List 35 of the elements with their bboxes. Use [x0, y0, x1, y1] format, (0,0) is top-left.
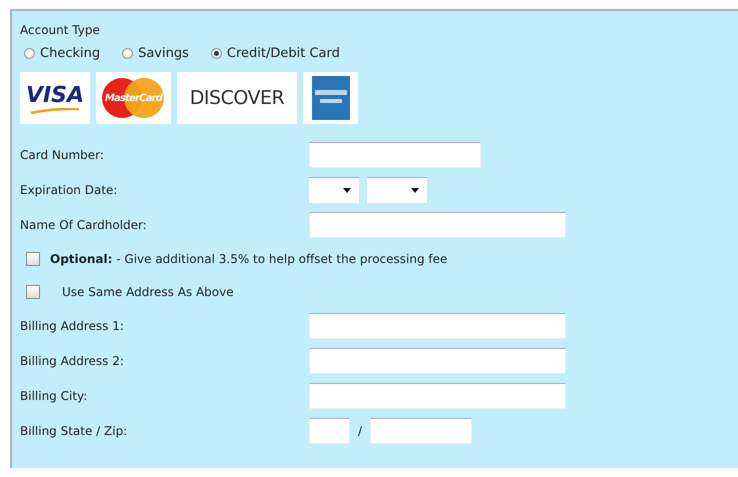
radio-button[interactable]	[122, 48, 134, 59]
text-field[interactable]	[309, 212, 566, 238]
radio-option[interactable]: Savings	[122, 46, 189, 61]
section-title: Account Type	[20, 23, 101, 37]
checkbox-label: Use Same Address As Above	[62, 284, 234, 298]
radio-option[interactable]: Checking	[24, 46, 100, 61]
card-icon	[312, 76, 350, 120]
zip-field[interactable]	[370, 418, 472, 444]
radio-button[interactable]	[210, 48, 222, 59]
swoosh-icon	[29, 108, 81, 114]
text-field[interactable]	[309, 382, 566, 408]
field-label: Card Number:	[20, 148, 105, 162]
checkbox[interactable]	[26, 252, 40, 266]
radio-button[interactable]	[24, 48, 35, 59]
field-label: Name Of Cardholder:	[20, 218, 148, 232]
field-label: Billing State / Zip:	[20, 424, 128, 438]
state-field[interactable]	[309, 418, 350, 444]
text-field[interactable]	[309, 312, 566, 338]
field-label: Expiration Date:	[20, 182, 118, 196]
text-field[interactable]	[309, 348, 566, 374]
checkbox[interactable]	[26, 284, 40, 298]
discover-logo: DISCOVER	[177, 72, 297, 124]
month-select[interactable]	[309, 176, 359, 202]
text-field[interactable]	[309, 142, 481, 168]
year-select[interactable]	[367, 176, 427, 202]
radio-option[interactable]: Credit/Debit Card	[210, 46, 340, 61]
visa-logo: VISA	[20, 72, 90, 124]
caret-icon	[411, 188, 419, 192]
separator-text: /	[358, 424, 362, 438]
mastercard-logo: MasterCard	[96, 72, 171, 124]
checkbox-label: Optional: - Give additional 3.5% to help offset the processing fee	[50, 252, 448, 266]
field-label: Billing Address 2:	[20, 354, 125, 368]
field-label: Billing City:	[20, 388, 88, 402]
field-label: Billing Address 1:	[20, 318, 125, 332]
caret-icon	[343, 188, 351, 192]
